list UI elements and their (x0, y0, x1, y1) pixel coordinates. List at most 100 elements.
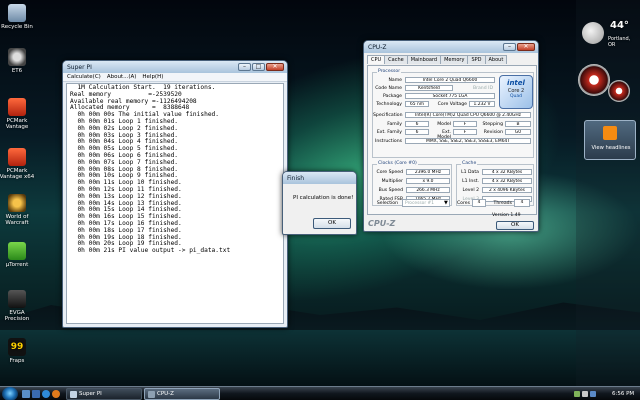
threads-value: 4 (514, 199, 530, 207)
codename-label: Code Name (375, 86, 402, 91)
wallpaper-lake (0, 330, 640, 386)
close-button[interactable]: ✕ (517, 43, 535, 51)
weather-gadget[interactable]: 44° Portland, OR (582, 20, 638, 50)
switch-windows-icon[interactable] (32, 390, 40, 398)
weather-city: Portland, OR (608, 36, 631, 48)
selection-label: Selection (376, 201, 398, 206)
windows-sidebar (576, 0, 640, 386)
network-icon[interactable] (574, 391, 580, 397)
tray-app-icon[interactable] (590, 391, 596, 397)
desktop-icon-label: ET6 (11, 68, 23, 74)
desktop-icon-evga-precision[interactable]: EVGA Precision (0, 290, 35, 322)
utorrent-icon (8, 242, 26, 260)
model-label: Model (437, 122, 451, 127)
l1-inst-label: L1 Inst. (462, 179, 479, 184)
desktop-icon-recycle-bin[interactable]: Recycle Bin (0, 4, 35, 30)
package-value: Socket 775 LGA (405, 93, 495, 99)
superpi-title: Super PI (67, 63, 92, 71)
close-button[interactable]: ✕ (266, 63, 284, 71)
finish-message: PI calculation is done! (293, 195, 354, 201)
desktop-icon-fraps[interactable]: 99 Fraps (0, 338, 35, 364)
multiplier-label: Multiplier (381, 179, 403, 184)
tab-about[interactable]: About (484, 55, 508, 64)
quad-logo-text: Quad (509, 94, 522, 99)
selection-dropdown[interactable]: Processor #1 (402, 199, 450, 207)
taskbar-item-label: Super PI (79, 391, 102, 397)
threads-label: Threads (493, 201, 512, 206)
menu-calculate[interactable]: Calculate(C) (67, 73, 101, 81)
view-headlines-link[interactable]: View headlines (587, 145, 635, 151)
rss-feed-icon (603, 126, 617, 140)
superpi-output-log: 1M Calculation Start. 19 iterations. Real… (66, 83, 284, 324)
menu-help[interactable]: Help(H) (142, 73, 163, 81)
desktop-icon-label: EVGA Precision (4, 310, 30, 322)
specification-label: Specification (373, 113, 403, 118)
internet-explorer-icon[interactable] (42, 390, 50, 398)
model-value: F (453, 121, 477, 127)
finish-titlebar[interactable]: Finish (283, 172, 356, 184)
start-button[interactable] (2, 387, 18, 400)
desktop-icon-et6[interactable]: ET6 (0, 48, 35, 74)
cpuz-title: CPU-Z (368, 43, 387, 51)
desktop-icon-utorrent[interactable]: µTorrent (0, 242, 35, 268)
cache-group-title: Cache (461, 161, 478, 166)
taskbar-clock[interactable]: 6:56 PM (612, 387, 634, 400)
name-label: Name (388, 78, 402, 83)
revision-value: G0 (505, 129, 531, 135)
minimize-button[interactable]: – (503, 43, 516, 51)
instructions-label: Instructions (375, 139, 402, 144)
codename-value: Kentsfield (405, 85, 453, 91)
family-label: Family (387, 122, 402, 127)
minimize-button[interactable]: – (238, 63, 251, 71)
cpuz-version: Version 1.49 (492, 213, 521, 218)
desktop-icon-pcmark-vantage-x64[interactable]: PCMark Vantage x64 (0, 148, 35, 180)
superpi-titlebar[interactable]: Super PI – □ ✕ (63, 61, 287, 73)
taskbar-item-cpuz[interactable]: CPU-Z (144, 388, 220, 400)
brand-id-label: Brand ID (472, 86, 493, 91)
cpuz-footer-logo: CPU-Z (368, 219, 396, 228)
superpi-app-icon (70, 391, 77, 398)
pcmark-x64-icon (8, 148, 26, 166)
stepping-label: Stepping (482, 122, 503, 127)
intel-core2-quad-logo: intel Core 2 Quad (499, 75, 533, 109)
desktop-icon-label: PCMark Vantage x64 (0, 168, 35, 180)
ext-model-value: F (453, 129, 477, 135)
tab-spd[interactable]: SPD (467, 55, 486, 64)
tab-mainboard[interactable]: Mainboard (406, 55, 442, 64)
show-desktop-icon[interactable] (22, 390, 30, 398)
desktop-icon-label: PCMark Vantage (5, 118, 29, 130)
system-tray: 6:56 PM (572, 387, 640, 400)
chevron-down-icon[interactable]: ▼ (444, 200, 448, 206)
bus-speed-label: Bus Speed (378, 188, 403, 193)
cores-label: Cores (456, 201, 470, 206)
technology-value: 65 nm (405, 101, 429, 107)
taskbar-item-superpi[interactable]: Super PI (66, 388, 142, 400)
media-player-icon[interactable] (52, 390, 60, 398)
core-voltage-label: Core Voltage (437, 102, 467, 107)
desktop-icon-pcmark-vantage[interactable]: PCMark Vantage (0, 98, 35, 130)
feed-headlines-gadget[interactable]: View headlines (584, 120, 636, 160)
clocks-group-title: Clocks (Core #0) (377, 161, 418, 166)
cpuz-titlebar[interactable]: CPU-Z – ✕ (364, 41, 538, 53)
cpuz-tabs: CPU Cache Mainboard Memory SPD About (364, 53, 538, 64)
instructions-value: MMX, SSE, SSE2, SSE3, SSSE3, EM64T (405, 138, 531, 144)
tab-cpu[interactable]: CPU (367, 55, 386, 64)
desktop-icon-world-of-warcraft[interactable]: World of Warcraft (0, 194, 35, 226)
specification-value: Intel(R) Core(TM)2 Quad CPU Q6600 @ 2.40… (405, 112, 531, 118)
name-value: Intel Core 2 Quad Q6600 (405, 77, 495, 83)
superpi-window: Super PI – □ ✕ Calculate(C) About...(A) … (62, 60, 288, 328)
tab-memory[interactable]: Memory (440, 55, 469, 64)
cpuz-ok-button[interactable]: OK (496, 221, 534, 230)
taskbar-item-label: CPU-Z (157, 391, 174, 397)
superpi-menubar: Calculate(C) About...(A) Help(H) (63, 73, 287, 82)
tab-cache[interactable]: Cache (384, 55, 408, 64)
cpu-tab-pane: Processor Name Intel Core 2 Quad Q6600 C… (367, 65, 537, 215)
menu-about[interactable]: About...(A) (107, 73, 137, 81)
finish-ok-button[interactable]: OK (313, 218, 351, 229)
volume-icon[interactable] (582, 391, 588, 397)
memory-meter-gauge-icon[interactable] (608, 80, 630, 102)
ext-family-label: Ext. Family (376, 130, 402, 135)
level2-label: Level 2 (462, 188, 479, 193)
cpu-meter-gauge-icon[interactable] (578, 64, 610, 96)
maximize-button[interactable]: □ (252, 63, 265, 71)
